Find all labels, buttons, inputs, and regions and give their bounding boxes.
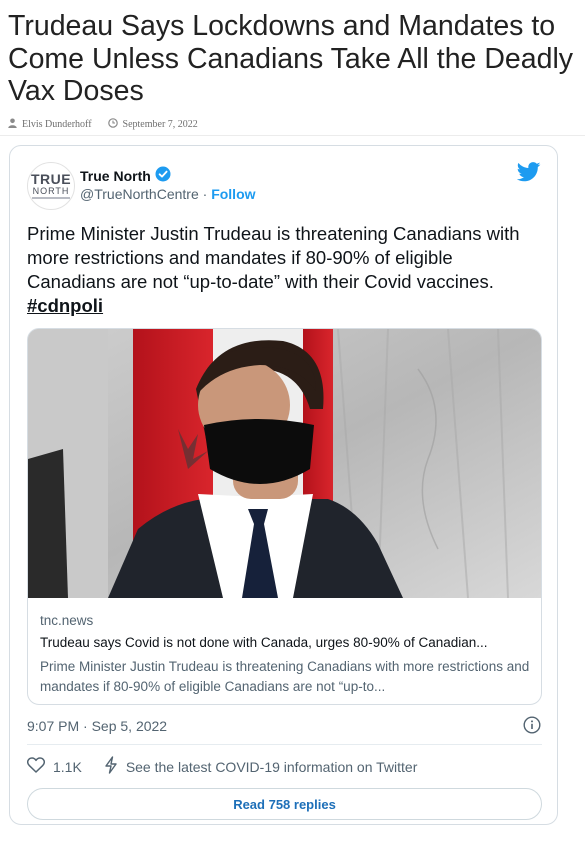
clock-icon bbox=[107, 118, 118, 131]
twitter-bird-icon[interactable] bbox=[516, 162, 541, 187]
like-count[interactable]: 1.1K bbox=[53, 759, 82, 775]
person-icon bbox=[8, 118, 17, 131]
link-description: Prime Minister Justin Trudeau is threate… bbox=[40, 659, 530, 694]
heart-icon[interactable] bbox=[26, 757, 46, 776]
tweet-handle-line: @TrueNorthCentre · Follow bbox=[80, 186, 256, 202]
tweet-display-name[interactable]: True North bbox=[80, 166, 171, 185]
link-domain: tnc.news bbox=[40, 613, 94, 628]
tweet-timestamp[interactable]: 9:07 PM · Sep 5, 2022 bbox=[27, 718, 167, 734]
publish-date: September 7, 2022 bbox=[122, 119, 198, 130]
hashtag-link[interactable]: #cdnpoli bbox=[27, 295, 103, 316]
read-replies-button[interactable]: Read 758 replies bbox=[27, 788, 542, 820]
follow-button[interactable]: Follow bbox=[211, 186, 255, 202]
info-icon[interactable] bbox=[523, 716, 541, 739]
tweet-body: Prime Minister Justin Trudeau is threate… bbox=[27, 223, 520, 292]
tweet-handle[interactable]: @TrueNorthCentre bbox=[80, 186, 199, 202]
author-name[interactable]: Elvis Dunderhoff bbox=[22, 119, 92, 130]
lightning-icon bbox=[104, 756, 118, 777]
tweet-text: Prime Minister Justin Trudeau is threate… bbox=[27, 222, 542, 318]
verified-badge-icon bbox=[155, 166, 171, 185]
avatar-logo-subtext: NORTH bbox=[32, 186, 70, 196]
avatar-logo-text: TRUE bbox=[30, 171, 72, 187]
avatar-logo-bar bbox=[32, 197, 70, 199]
link-title[interactable]: Trudeau says Covid is not done with Cana… bbox=[40, 635, 530, 650]
tweet-divider-top bbox=[27, 744, 542, 745]
embedded-tweet[interactable]: TRUE NORTH True North @TrueNorthCentre ·… bbox=[9, 145, 558, 825]
header-divider bbox=[0, 135, 585, 136]
display-name-text: True North bbox=[80, 167, 151, 184]
handle-separator: · bbox=[202, 186, 208, 202]
preview-photo bbox=[28, 329, 541, 599]
link-preview-card[interactable]: tnc.news Trudeau says Covid is not done … bbox=[27, 328, 542, 705]
tweet-action-row: 1.1K See the latest COVID-19 information… bbox=[26, 756, 418, 777]
avatar[interactable]: TRUE NORTH bbox=[27, 162, 75, 210]
article-headline: Trudeau Says Lockdowns and Mandates to C… bbox=[8, 10, 574, 107]
covid-info-link[interactable]: See the latest COVID-19 information on T… bbox=[126, 759, 418, 775]
article-meta: Elvis Dunderhoff September 7, 2022 bbox=[8, 118, 198, 131]
